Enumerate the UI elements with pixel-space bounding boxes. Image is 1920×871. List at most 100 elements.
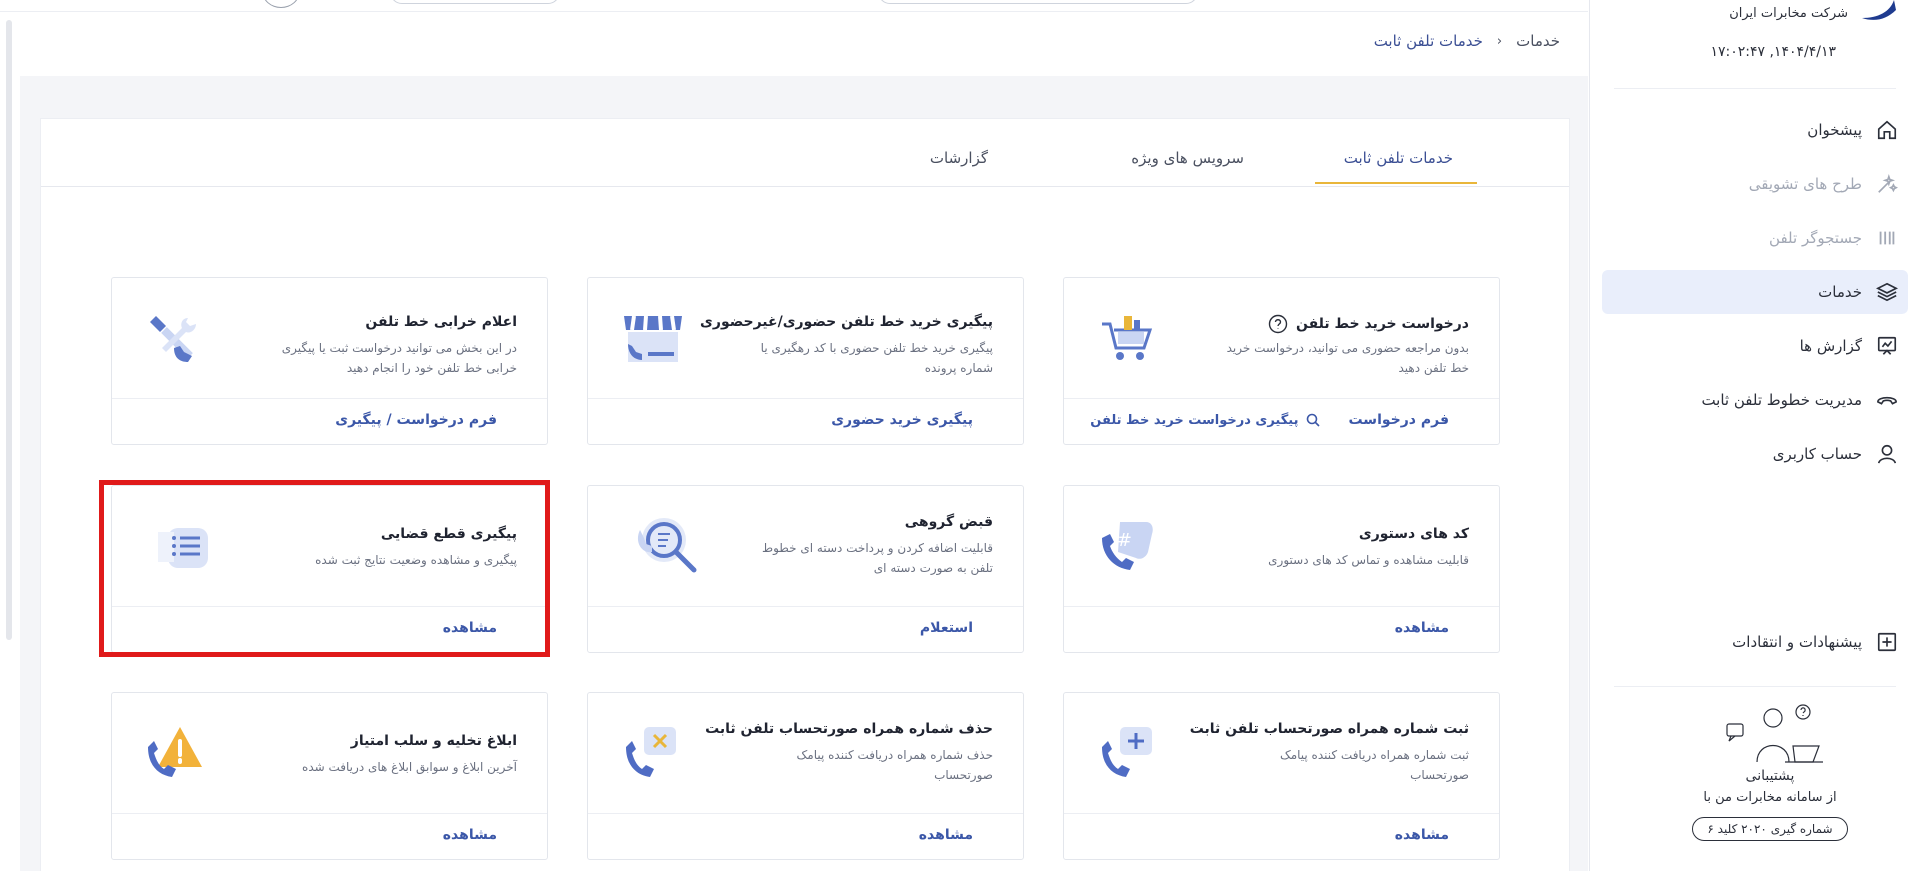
sidebar-item-label: مدیریت خطوط تلفن ثابت [1701, 391, 1862, 409]
sidebar-item-label: خدمات [1818, 283, 1862, 301]
card-title: قبض گروهی [905, 514, 993, 530]
card-title: ثبت شماره همراه صورتحساب تلفن ثابت [1190, 721, 1469, 737]
sidebar-divider [1614, 88, 1896, 89]
support-phone-pill[interactable]: شماره گیری ۲۰۲۰ کلید ۶ [1692, 817, 1848, 841]
tab-special-services[interactable]: سرویس های ویژه [1131, 149, 1244, 183]
breadcrumb: خدمات ‹ خدمات تلفن ثابت [1374, 32, 1560, 50]
card-divider [112, 606, 547, 607]
magnifier-icon [637, 518, 697, 573]
brand[interactable]: شرکت مخابرات ایران [1729, 0, 1896, 26]
card-title-text: درخواست خرید خط تلفن [1296, 316, 1469, 332]
card-title: درخواست خرید خط تلفن [1268, 314, 1469, 334]
card-title: حذف شماره همراه صورتحساب تلفن ثابت [705, 721, 993, 737]
sparkle-icon [1878, 174, 1898, 193]
card-description: ثبت شماره همراه دریافت کننده پیامک صورتح… [1279, 748, 1469, 782]
card-description: قابلیت مشاهده و تماس کد های دستوری [1268, 553, 1469, 567]
user-icon [1877, 444, 1897, 464]
sidebar-item-line-management[interactable]: مدیریت خطوط تلفن ثابت [1602, 378, 1908, 422]
card-divider [112, 398, 547, 399]
card-divider [588, 398, 1023, 399]
sidebar-item-account[interactable]: حساب کاربری [1602, 432, 1908, 476]
view-command-codes-link[interactable]: مشاهده [1395, 620, 1449, 636]
layers-icon [1876, 282, 1898, 302]
help-icon[interactable] [1268, 314, 1288, 334]
breadcrumb-root[interactable]: خدمات [1516, 32, 1560, 50]
card-buy-line: درخواست خرید خط تلفن بدون مراجعه حضوری م… [1063, 277, 1500, 445]
scrollbar[interactable] [6, 20, 12, 640]
sidebar-item-services[interactable]: خدمات [1602, 270, 1908, 314]
warning-phone-icon [148, 727, 202, 777]
card-title-text: قبض گروهی [904, 514, 993, 530]
request-form-link[interactable]: فرم درخواست [1348, 412, 1449, 428]
card-title-text: ثبت شماره همراه صورتحساب تلفن ثابت [1189, 721, 1469, 737]
brand-logo-icon [1862, 0, 1896, 20]
fault-request-link[interactable]: فرم درخواست / پیگیری [335, 412, 497, 428]
search-icon [1307, 413, 1321, 427]
top-control[interactable] [390, 0, 560, 4]
card-remove-mobile: حذف شماره همراه صورتحساب تلفن ثابت حذف ش… [587, 692, 1024, 860]
support-subtitle: از سامانه مخابرات من با [1703, 790, 1837, 805]
tab-bar: خدمات تلفن ثابت سرویس های ویژه گزارشات [41, 119, 1569, 187]
card-actions: مشاهده [919, 827, 973, 843]
tab-active-indicator [1315, 182, 1477, 184]
sidebar-item-phone-search[interactable]: جستجوگر تلفن [1602, 216, 1908, 260]
support-box: پشتیبانی از سامانه مخابرات من با شماره گ… [1660, 702, 1880, 841]
card-description: در این بخش می توانید درخواست ثبت یا پیگی… [281, 341, 517, 375]
card-title-text: پیگیری قطع قضایی [380, 526, 517, 542]
card-divider [1064, 398, 1499, 399]
card-title-text: حذف شماره همراه صورتحساب تلفن ثابت [705, 721, 993, 737]
phone-hash-icon: # [1102, 522, 1153, 570]
card-actions: مشاهده [443, 827, 497, 843]
search-field-top[interactable] [878, 0, 1198, 4]
sidebar-divider [1614, 686, 1896, 687]
card-title: کد های دستوری [1359, 526, 1469, 542]
view-remove-mobile-link[interactable]: مشاهده [919, 827, 973, 843]
view-eviction-link[interactable]: مشاهده [443, 827, 497, 843]
card-description: آخرین ابلاغ و سوابق ابلاغ های دریافت شده [302, 760, 517, 774]
card-divider [588, 813, 1023, 814]
list-icon [158, 528, 208, 568]
phone-plus-icon [1102, 727, 1152, 777]
card-actions: فرم درخواست پیگیری درخواست خرید خط تلفن [1090, 412, 1449, 428]
card-actions: پیگیری خرید حضوری [831, 412, 973, 428]
bars-icon [1879, 231, 1895, 245]
tab-label: سرویس های ویژه [1131, 149, 1244, 167]
card-actions: فرم درخواست / پیگیری [335, 412, 497, 428]
view-register-mobile-link[interactable]: مشاهده [1395, 827, 1449, 843]
sidebar-item-incentives[interactable]: طرح های تشویقی [1602, 162, 1908, 206]
card-description: پیگیری و مشاهده وضعیت نتایج ثبت شده [315, 553, 517, 567]
tab-label: خدمات تلفن ثابت [1343, 149, 1453, 167]
sidebar-item-dashboard[interactable]: پیشخوان [1602, 108, 1908, 152]
track-in-person-link[interactable]: پیگیری خرید حضوری [831, 412, 973, 428]
card-group-bill: قبض گروهی قابلیت اضافه کردن و پرداخت دست… [587, 485, 1024, 653]
home-icon [1877, 120, 1897, 140]
view-judicial-link[interactable]: مشاهده [443, 620, 497, 636]
track-purchase-link[interactable]: پیگیری درخواست خرید خط تلفن [1090, 413, 1321, 428]
sidebar-item-label: پیشخوان [1807, 121, 1862, 139]
breadcrumb-current[interactable]: خدمات تلفن ثابت [1374, 32, 1483, 50]
card-divider [588, 606, 1023, 607]
card-report-fault: اعلام خرابی خط تلفن در این بخش می توانید… [111, 277, 548, 445]
brand-name: شرکت مخابرات ایران [1729, 5, 1848, 21]
card-title: پیگیری قطع قضایی [381, 526, 517, 542]
card-divider [112, 813, 547, 814]
sidebar: شرکت مخابرات ایران ۱۷:۰۲:۴۷ ,۱۴۰۴/۴/۱۳ پ… [1589, 0, 1920, 871]
card-actions: مشاهده [443, 620, 497, 636]
card-description: پیگیری خرید خط تلفن حضوری با کد رهگیری ی… [760, 341, 993, 375]
inquiry-link[interactable]: استعلام [920, 620, 973, 636]
support-title: پشتیبانی [1745, 768, 1795, 784]
chevron-left-icon: ‹ [1496, 33, 1503, 49]
sidebar-item-feedback[interactable]: پیشنهادات و انتقادات [1602, 620, 1908, 664]
card-judicial-disconnect: پیگیری قطع قضایی پیگیری و مشاهده وضعیت ن… [111, 485, 548, 653]
support-agent-icon [1726, 704, 1823, 763]
card-divider [1064, 813, 1499, 814]
report-icon [1877, 336, 1897, 355]
card-command-codes: کد های دستوری قابلیت مشاهده و تماس کد ها… [1063, 485, 1500, 653]
user-avatar[interactable] [262, 0, 300, 8]
card-divider [1064, 606, 1499, 607]
sidebar-item-label: حساب کاربری [1772, 445, 1862, 463]
sidebar-item-reports[interactable]: گزارش ها [1602, 324, 1908, 368]
card-title-text: اعلام خرابی خط تلفن [365, 314, 517, 330]
tab-fixed-line-services[interactable]: خدمات تلفن ثابت [1315, 149, 1477, 184]
tab-reports[interactable]: گزارشات [930, 149, 988, 183]
